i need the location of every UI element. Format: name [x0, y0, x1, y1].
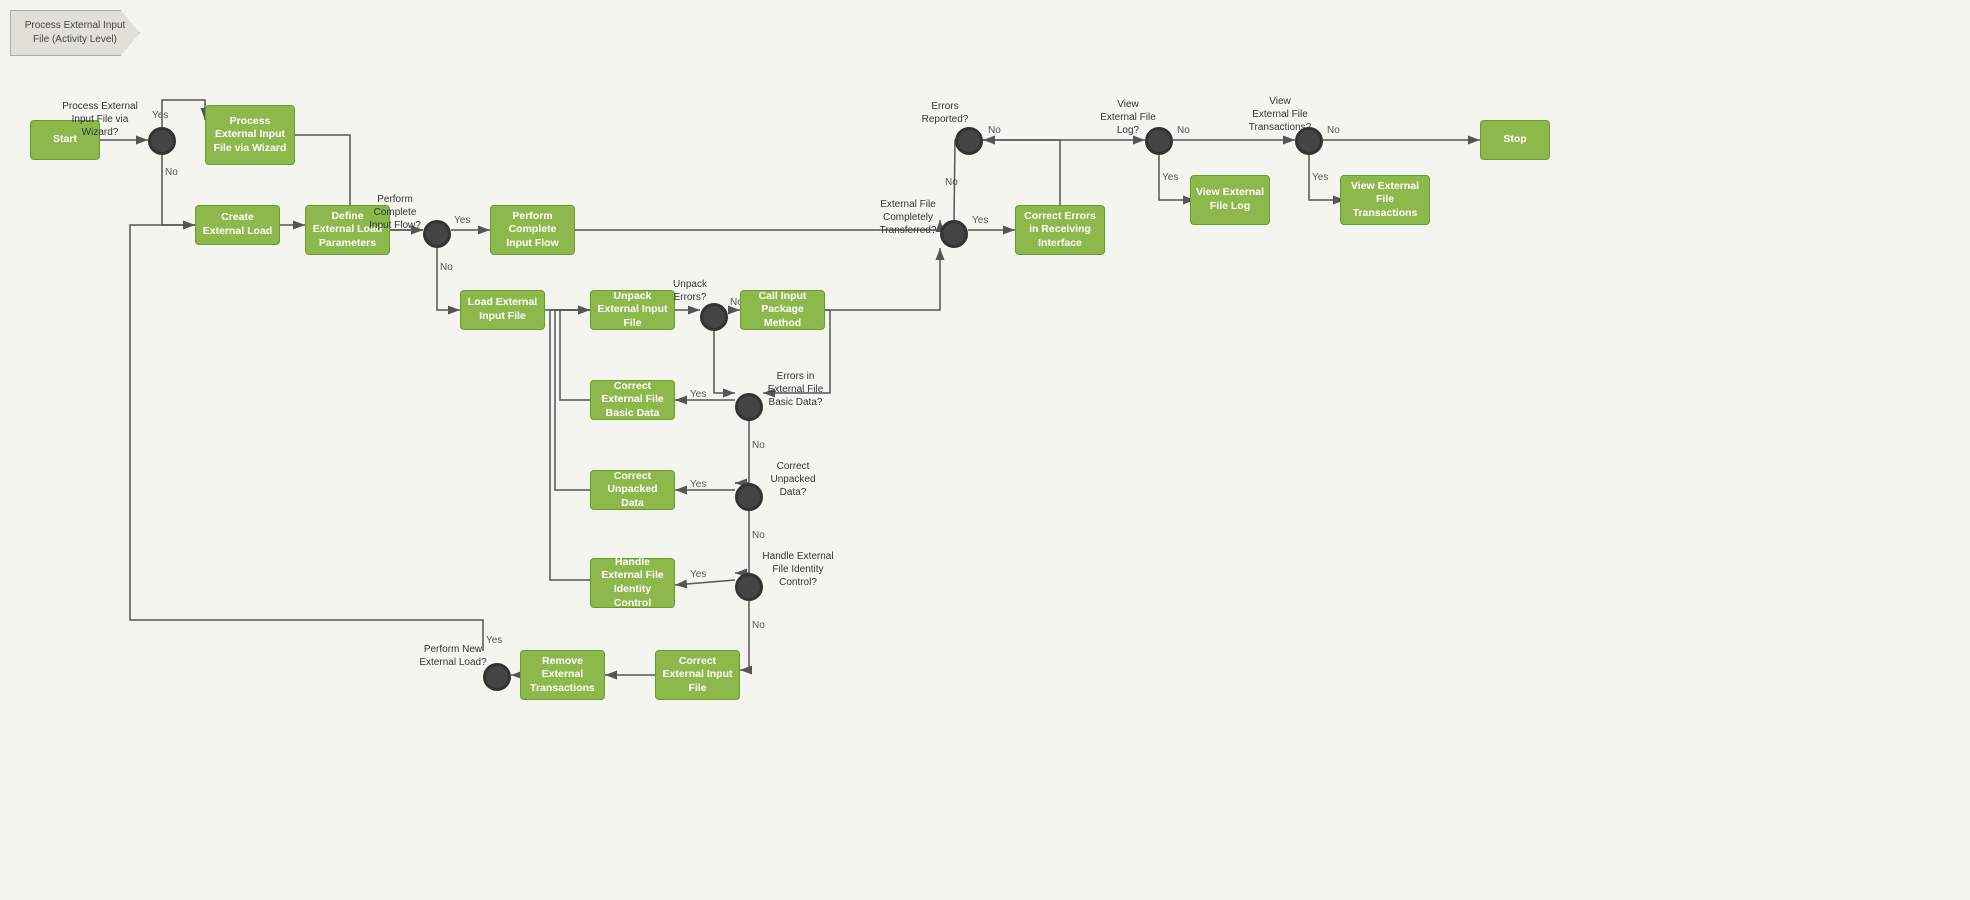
decision-errors	[955, 127, 983, 155]
svg-text:No: No	[752, 620, 765, 631]
svg-text:Yes: Yes	[1162, 172, 1178, 183]
svg-text:No: No	[1177, 125, 1190, 136]
activity-banner: Process External Input File (Activity Le…	[10, 10, 140, 56]
svg-text:Yes: Yes	[972, 215, 988, 226]
svg-text:Yes: Yes	[690, 389, 706, 400]
correct-input-node: Correct External Input File	[655, 650, 740, 700]
svg-text:Yes: Yes	[152, 110, 168, 121]
decision-unpack	[700, 303, 728, 331]
svg-text:No: No	[165, 167, 178, 178]
correct-errors-node: Correct Errors in Receiving Interface	[1015, 205, 1105, 255]
label-wizard-question: Process ExternalInput File viaWizard?	[55, 100, 145, 139]
label-identity-question: Handle ExternalFile IdentityControl?	[748, 550, 848, 589]
load-external-node: Load External Input File	[460, 290, 545, 330]
svg-text:Yes: Yes	[1312, 172, 1328, 183]
svg-text:No: No	[440, 262, 453, 273]
label-view-log-question: ViewExternal FileLog?	[1092, 98, 1164, 137]
label-unpacked-question: CorrectUnpackedData?	[748, 460, 838, 499]
svg-text:No: No	[945, 177, 958, 188]
call-input-node: Call Input Package Method	[740, 290, 825, 330]
svg-text:No: No	[752, 440, 765, 451]
label-errors-question: ErrorsReported?	[910, 100, 980, 126]
label-transferred-question: External FileCompletelyTransferred?	[868, 198, 948, 237]
label-view-transactions-question: ViewExternal FileTransactions?	[1240, 95, 1320, 134]
label-newload-question: Perform NewExternal Load?	[408, 643, 498, 669]
stop-node: Stop	[1480, 120, 1550, 160]
svg-text:No: No	[752, 530, 765, 541]
flowchart-canvas: Process External Input File (Activity Le…	[0, 0, 1970, 900]
wizard-node: Process External Input File via Wizard	[205, 105, 295, 165]
svg-text:Yes: Yes	[454, 215, 470, 226]
create-load-node: Create External Load	[195, 205, 280, 245]
svg-text:Yes: Yes	[690, 479, 706, 490]
label-basicdata-question: Errors inExternal FileBasic Data?	[748, 370, 843, 409]
label-unpack-question: UnpackErrors?	[655, 278, 725, 304]
view-transactions-node: View External File Transactions	[1340, 175, 1430, 225]
correct-unpacked-node: Correct Unpacked Data	[590, 470, 675, 510]
remove-external-node: Remove External Transactions	[520, 650, 605, 700]
view-log-node: View External File Log	[1190, 175, 1270, 225]
correct-basic-node: Correct External File Basic Data	[590, 380, 675, 420]
decision-wizard	[148, 127, 176, 155]
arrows-svg: Yes No Yes No No Yes No Yes No Yes No Ye…	[0, 0, 1970, 900]
svg-text:No: No	[1327, 125, 1340, 136]
banner-label: Process External Input File (Activity Le…	[25, 20, 126, 45]
svg-text:No: No	[988, 125, 1001, 136]
handle-identity-node: Handle External File Identity Control	[590, 558, 675, 608]
label-complete-question: PerformCompleteInput Flow?	[355, 193, 435, 232]
svg-text:Yes: Yes	[690, 569, 706, 580]
perform-complete-node: Perform Complete Input Flow	[490, 205, 575, 255]
